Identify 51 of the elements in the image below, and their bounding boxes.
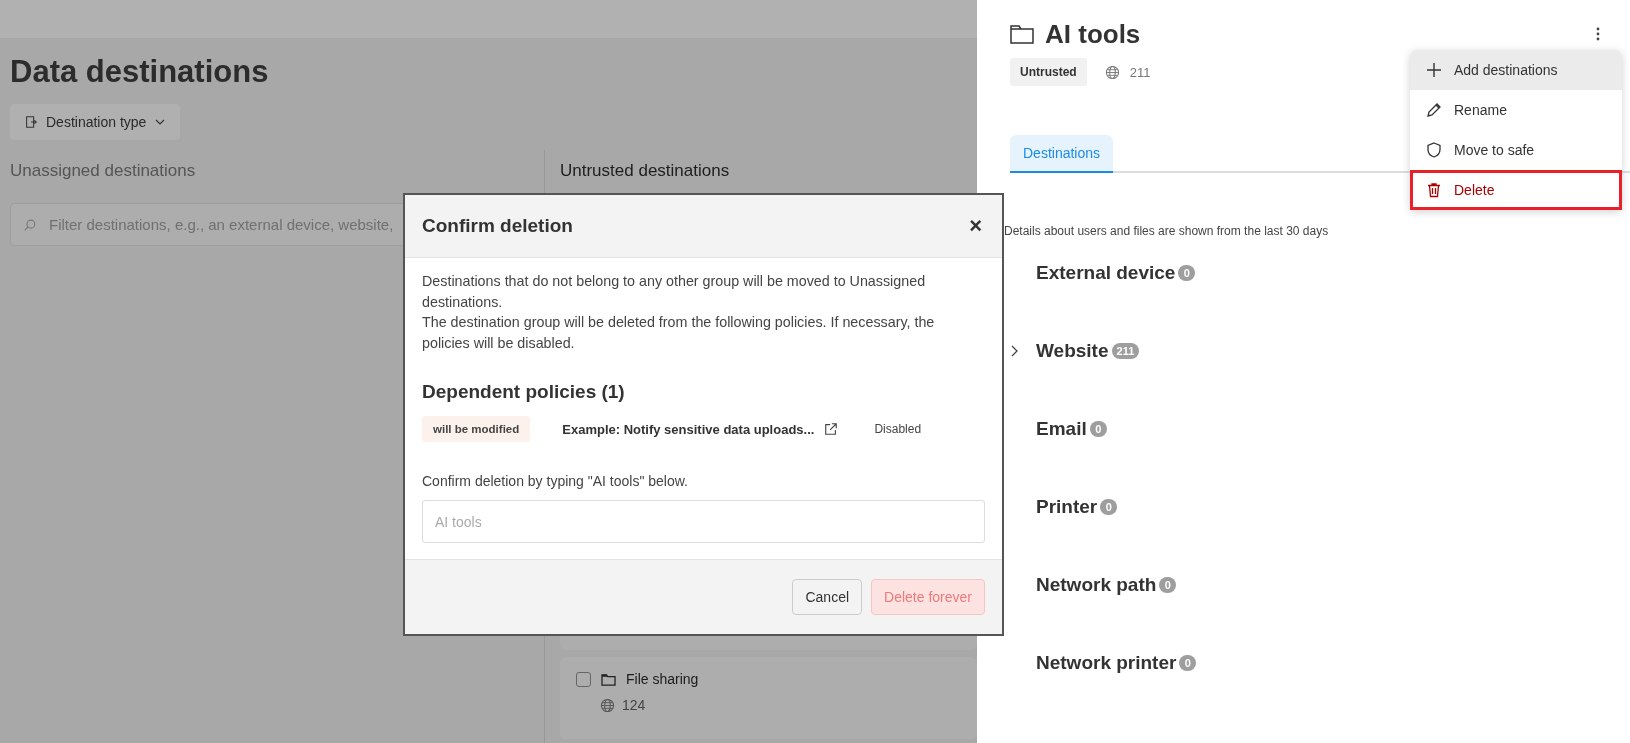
confirm-prompt: Confirm deletion by typing "AI tools" below.: [422, 473, 689, 489]
count-badge: 0: [1179, 655, 1197, 671]
info-note: Details about users and files are shown from the last 30 days: [1004, 224, 1330, 238]
menu-item[interactable]: Add destinations: [1410, 50, 1622, 90]
column-heading: Unassigned destinations: [10, 161, 197, 182]
dialog-message: The destination group will be deleted from the following policies. If necessary, the policies will be disabled.: [422, 313, 936, 353]
pencil-icon: [1426, 102, 1442, 118]
count-badge: 0: [1178, 265, 1196, 281]
trust-badge: Untrusted: [1010, 58, 1087, 86]
category-title: External device: [1036, 262, 1176, 284]
card-count: 124: [622, 697, 646, 713]
external-link-icon[interactable]: [824, 422, 839, 436]
plus-icon: [1426, 62, 1442, 78]
status-tag: will be modified: [422, 416, 531, 442]
folder-icon: [1010, 24, 1034, 44]
trash-icon: [1426, 182, 1442, 198]
folder-icon: [601, 672, 616, 686]
menu-item[interactable]: Delete: [1410, 170, 1622, 210]
chevron-right-icon[interactable]: [1010, 345, 1018, 357]
page-title: Data destinations: [10, 54, 270, 90]
category-title: Email: [1036, 418, 1087, 440]
shield-icon: [1426, 142, 1442, 158]
policy-link[interactable]: Example: Notify sensitive data uploads...: [562, 421, 815, 437]
menu-item[interactable]: Move to safe: [1410, 130, 1622, 170]
category-title: Printer: [1036, 496, 1098, 518]
close-button[interactable]: ×: [965, 213, 986, 239]
more-options-icon[interactable]: [1596, 27, 1600, 41]
count-badge: 0: [1100, 499, 1118, 515]
dialog-message: Destinations that do not belong to any other group will be moved to Unassigned destinations.: [422, 272, 927, 312]
globe-icon: [600, 697, 615, 713]
category-title: Network printer: [1036, 652, 1177, 674]
destination-type-button[interactable]: Destination type: [10, 104, 181, 140]
category-title: Website: [1036, 340, 1109, 362]
search-icon: [23, 218, 37, 232]
count-badge: 0: [1159, 577, 1177, 593]
column-heading: Untrusted destinations: [560, 161, 731, 182]
menu-item[interactable]: Rename: [1410, 90, 1622, 130]
category-title: Network path: [1036, 574, 1157, 596]
cancel-button[interactable]: Cancel: [792, 579, 863, 615]
destination-count: 211: [1129, 64, 1151, 80]
section-heading: Dependent policies (1): [422, 381, 626, 403]
card-title: File sharing: [626, 671, 699, 687]
checkbox[interactable]: [576, 671, 591, 687]
exit-icon: [24, 115, 38, 129]
globe-icon: [1104, 64, 1120, 80]
panel-title: AI tools: [1045, 18, 1141, 50]
policy-status: Disabled: [874, 422, 922, 436]
count-badge: 0: [1089, 421, 1107, 437]
destination-card[interactable]: File sharing 124: [560, 657, 977, 739]
count-badge: 211: [1111, 343, 1140, 359]
confirm-input[interactable]: AI tools: [422, 500, 985, 543]
